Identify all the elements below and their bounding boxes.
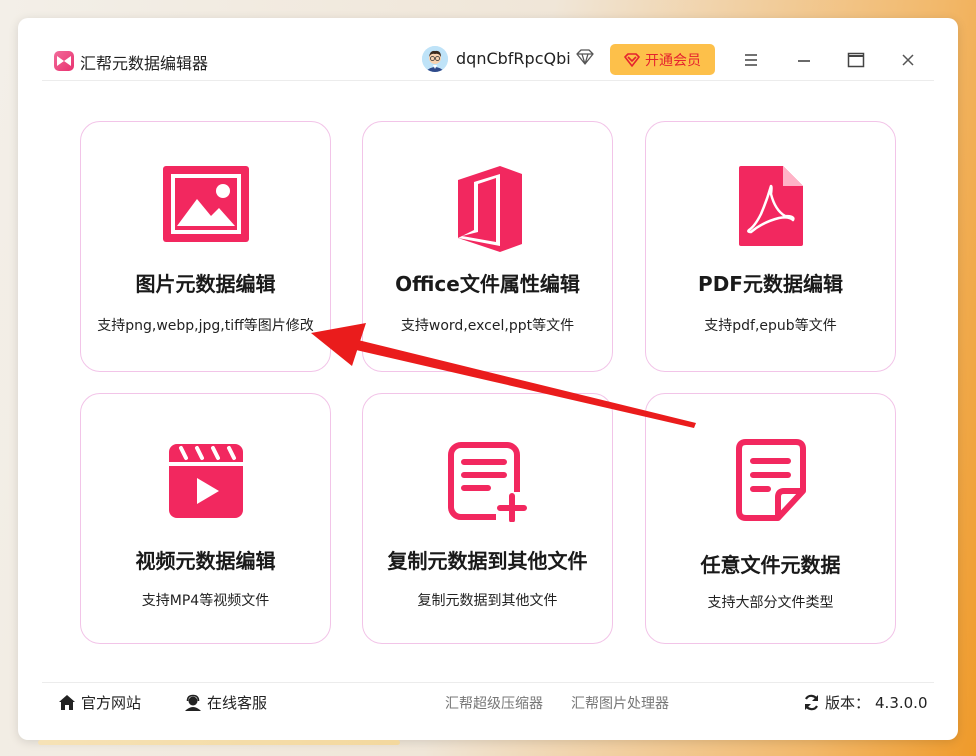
- card-title: PDF元数据编辑: [698, 272, 843, 296]
- card-desc: 复制元数据到其他文件: [417, 593, 558, 609]
- menu-icon[interactable]: [741, 50, 761, 70]
- card-title: 视频元数据编辑: [135, 549, 276, 573]
- avatar[interactable]: [422, 46, 448, 72]
- card-desc: 支持pdf,epub等文件: [704, 318, 837, 334]
- refresh-icon: [804, 694, 819, 711]
- online-support-link[interactable]: 在线客服: [184, 692, 267, 713]
- document-icon: [735, 439, 806, 521]
- version-info[interactable]: 版本： 4.3.0.0: [803, 692, 928, 713]
- official-website-label: 官方网站: [81, 694, 142, 712]
- card-title: Office文件属性编辑: [395, 272, 580, 296]
- footer-divider: [42, 682, 934, 683]
- minimize-icon[interactable]: [794, 50, 814, 70]
- app-window: 汇帮元数据编辑器 dqnCbfRpcQbi 开通会员 图片元数据编辑 支持png…: [18, 18, 958, 740]
- card-any-file-metadata[interactable]: 任意文件元数据 支持大部分文件类型: [645, 393, 896, 644]
- version-label: 版本：: [825, 694, 871, 712]
- card-desc: 支持png,webp,jpg,tiff等图片修改: [97, 318, 314, 334]
- office-icon: [457, 166, 522, 252]
- official-website-link[interactable]: 官方网站: [58, 692, 141, 713]
- video-icon: [168, 444, 243, 518]
- image-processor-link[interactable]: 汇帮图片处理器: [571, 693, 669, 713]
- add-document-icon: [447, 442, 528, 522]
- card-title: 任意文件元数据: [700, 553, 841, 577]
- pdf-icon: [738, 166, 803, 246]
- card-title: 复制元数据到其他文件: [387, 549, 588, 573]
- vip-label: 开通会员: [645, 52, 701, 69]
- card-office-properties[interactable]: Office文件属性编辑 支持word,excel,ppt等文件: [362, 121, 613, 372]
- card-image-metadata[interactable]: 图片元数据编辑 支持png,webp,jpg,tiff等图片修改: [80, 121, 331, 372]
- title-divider: [42, 80, 934, 81]
- compressor-link[interactable]: 汇帮超级压缩器: [445, 693, 543, 713]
- online-support-label: 在线客服: [207, 694, 268, 712]
- card-desc: 支持大部分文件类型: [707, 595, 834, 611]
- bottom-glow: [38, 740, 400, 745]
- card-title: 图片元数据编辑: [135, 272, 276, 296]
- card-desc: 支持word,excel,ppt等文件: [400, 318, 575, 334]
- vip-diamond-icon: [624, 52, 640, 67]
- card-desc: 支持MP4等视频文件: [141, 593, 270, 609]
- app-logo-icon: [54, 51, 74, 71]
- version-number: 4.3.0.0: [875, 693, 928, 712]
- customer-service-icon: [185, 694, 201, 711]
- vip-button[interactable]: 开通会员: [610, 44, 715, 75]
- close-icon[interactable]: [898, 50, 918, 70]
- username[interactable]: dqnCbfRpcQbi: [456, 49, 571, 68]
- title-bar: 汇帮元数据编辑器 dqnCbfRpcQbi 开通会员: [18, 18, 958, 80]
- app-title: 汇帮元数据编辑器: [80, 54, 209, 73]
- maximize-icon[interactable]: [846, 50, 866, 70]
- image-icon: [162, 166, 249, 242]
- card-copy-metadata[interactable]: 复制元数据到其他文件 复制元数据到其他文件: [362, 393, 613, 644]
- card-pdf-metadata[interactable]: PDF元数据编辑 支持pdf,epub等文件: [645, 121, 896, 372]
- diamond-icon: [576, 49, 594, 69]
- card-video-metadata[interactable]: 视频元数据编辑 支持MP4等视频文件: [80, 393, 331, 644]
- home-icon: [59, 695, 75, 710]
